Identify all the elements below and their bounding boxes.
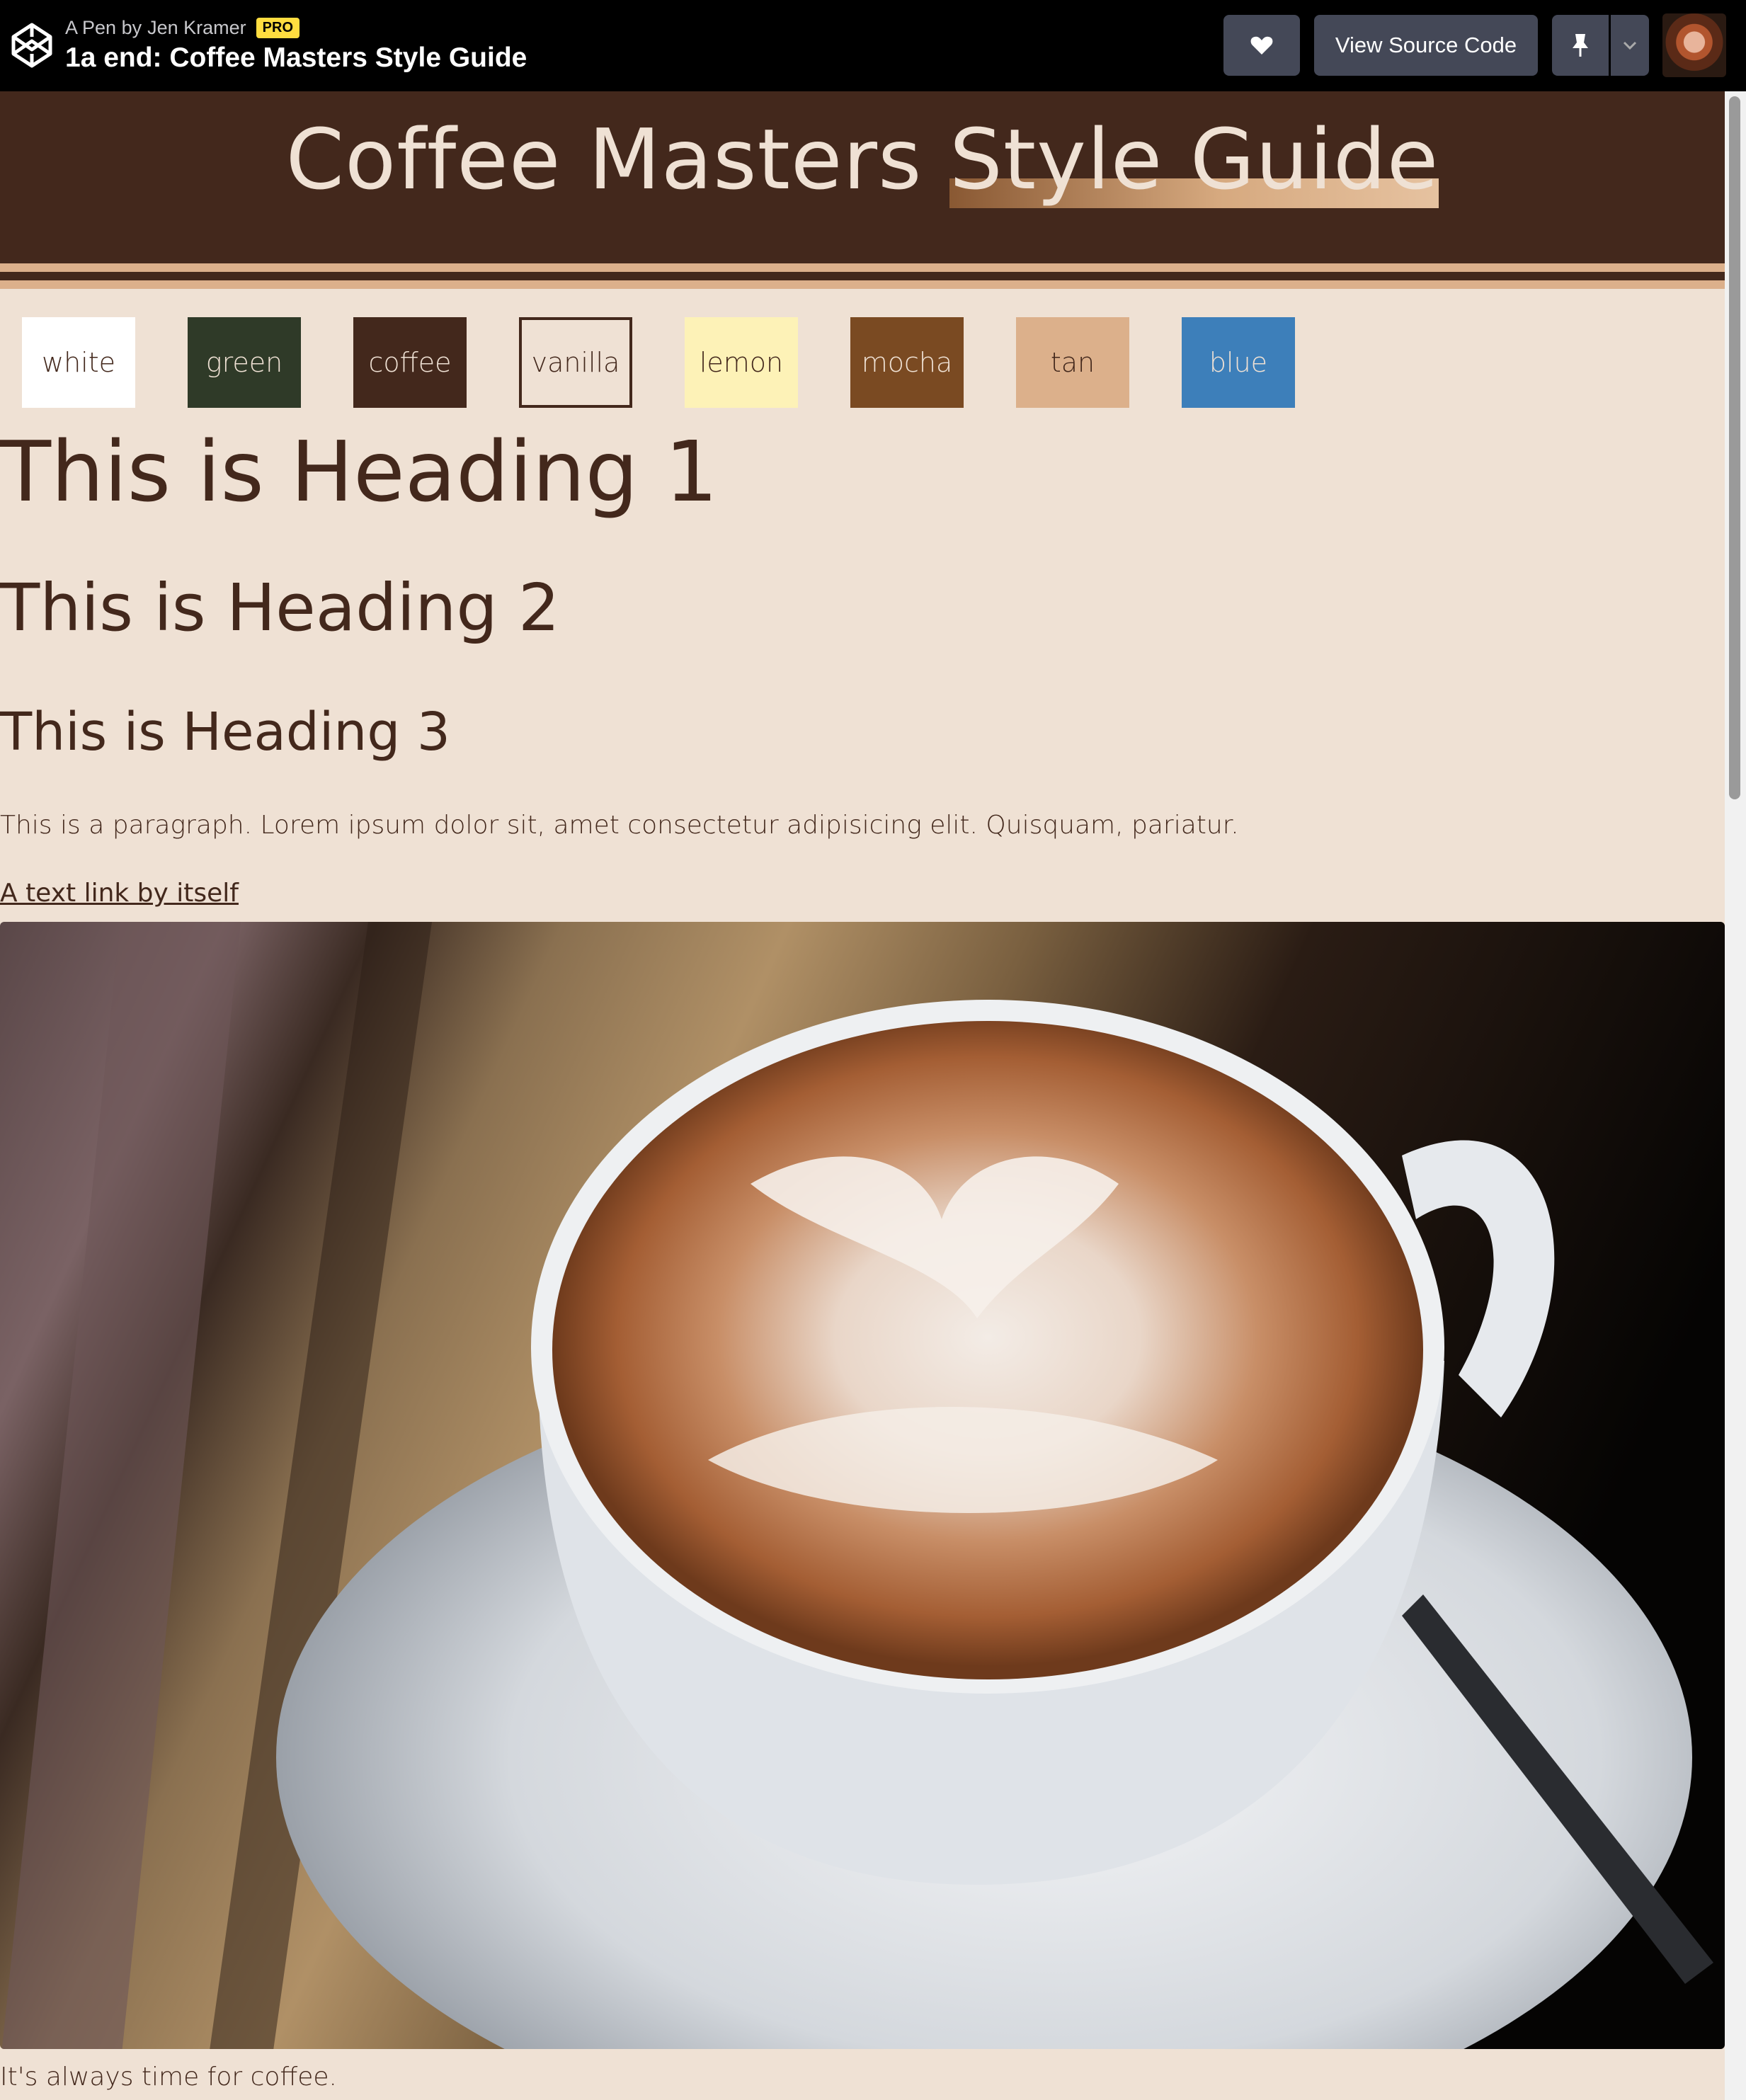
- codepen-logo-icon[interactable]: [10, 21, 54, 69]
- page-title: Coffee Masters Style Guide: [0, 110, 1725, 208]
- love-button[interactable]: [1223, 15, 1300, 76]
- color-swatch-coffee: coffee: [353, 317, 467, 408]
- latte-photo: [0, 922, 1725, 2049]
- color-swatch-blue: blue: [1182, 317, 1295, 408]
- color-swatch-mocha: mocha: [850, 317, 964, 408]
- text-link[interactable]: A text link by itself: [0, 879, 239, 908]
- color-swatch-vanilla: vanilla: [519, 317, 632, 408]
- divider-stripe: [0, 280, 1725, 289]
- preview-frame: Coffee Masters Style Guide white green cof…: [0, 91, 1725, 2100]
- divider-stripe: [0, 272, 1725, 280]
- heading-1: This is Heading 1: [0, 423, 719, 520]
- page-title-highlight: Style Guide: [949, 110, 1439, 208]
- pin-icon: [1573, 34, 1588, 57]
- heading-3: This is Heading 3: [0, 702, 450, 763]
- view-source-button[interactable]: View Source Code: [1314, 15, 1538, 76]
- page-title-plain: Coffee Masters: [285, 110, 923, 208]
- color-swatch-green: green: [188, 317, 301, 408]
- pen-byline: A Pen by Jen Kramer PRO: [65, 17, 299, 39]
- chevron-down-icon: [1623, 41, 1637, 50]
- author-link[interactable]: Jen Kramer: [147, 17, 246, 39]
- collection-dropdown-button[interactable]: [1611, 15, 1649, 76]
- paragraph: This is a paragraph. Lorem ipsum dolor s…: [0, 811, 1239, 840]
- codepen-header: A Pen by Jen Kramer PRO 1a end: Coffee M…: [0, 0, 1746, 91]
- color-swatch-tan: tan: [1016, 317, 1129, 408]
- heading-2: This is Heading 2: [0, 570, 560, 646]
- user-avatar[interactable]: [1662, 13, 1726, 77]
- pen-title: 1a end: Coffee Masters Style Guide: [65, 42, 527, 73]
- color-swatch-white: white: [22, 317, 135, 408]
- hero-banner: Coffee Masters Style Guide: [0, 91, 1725, 263]
- pro-badge: PRO: [256, 18, 299, 38]
- color-swatch-lemon: lemon: [685, 317, 798, 408]
- heart-icon: [1250, 36, 1273, 55]
- divider-stripe: [0, 263, 1725, 272]
- pin-button[interactable]: [1552, 15, 1609, 76]
- byline-prefix: A Pen by: [65, 17, 142, 38]
- photo-caption: It's always time for coffee.: [0, 2062, 337, 2092]
- scrollbar-thumb[interactable]: [1729, 96, 1740, 799]
